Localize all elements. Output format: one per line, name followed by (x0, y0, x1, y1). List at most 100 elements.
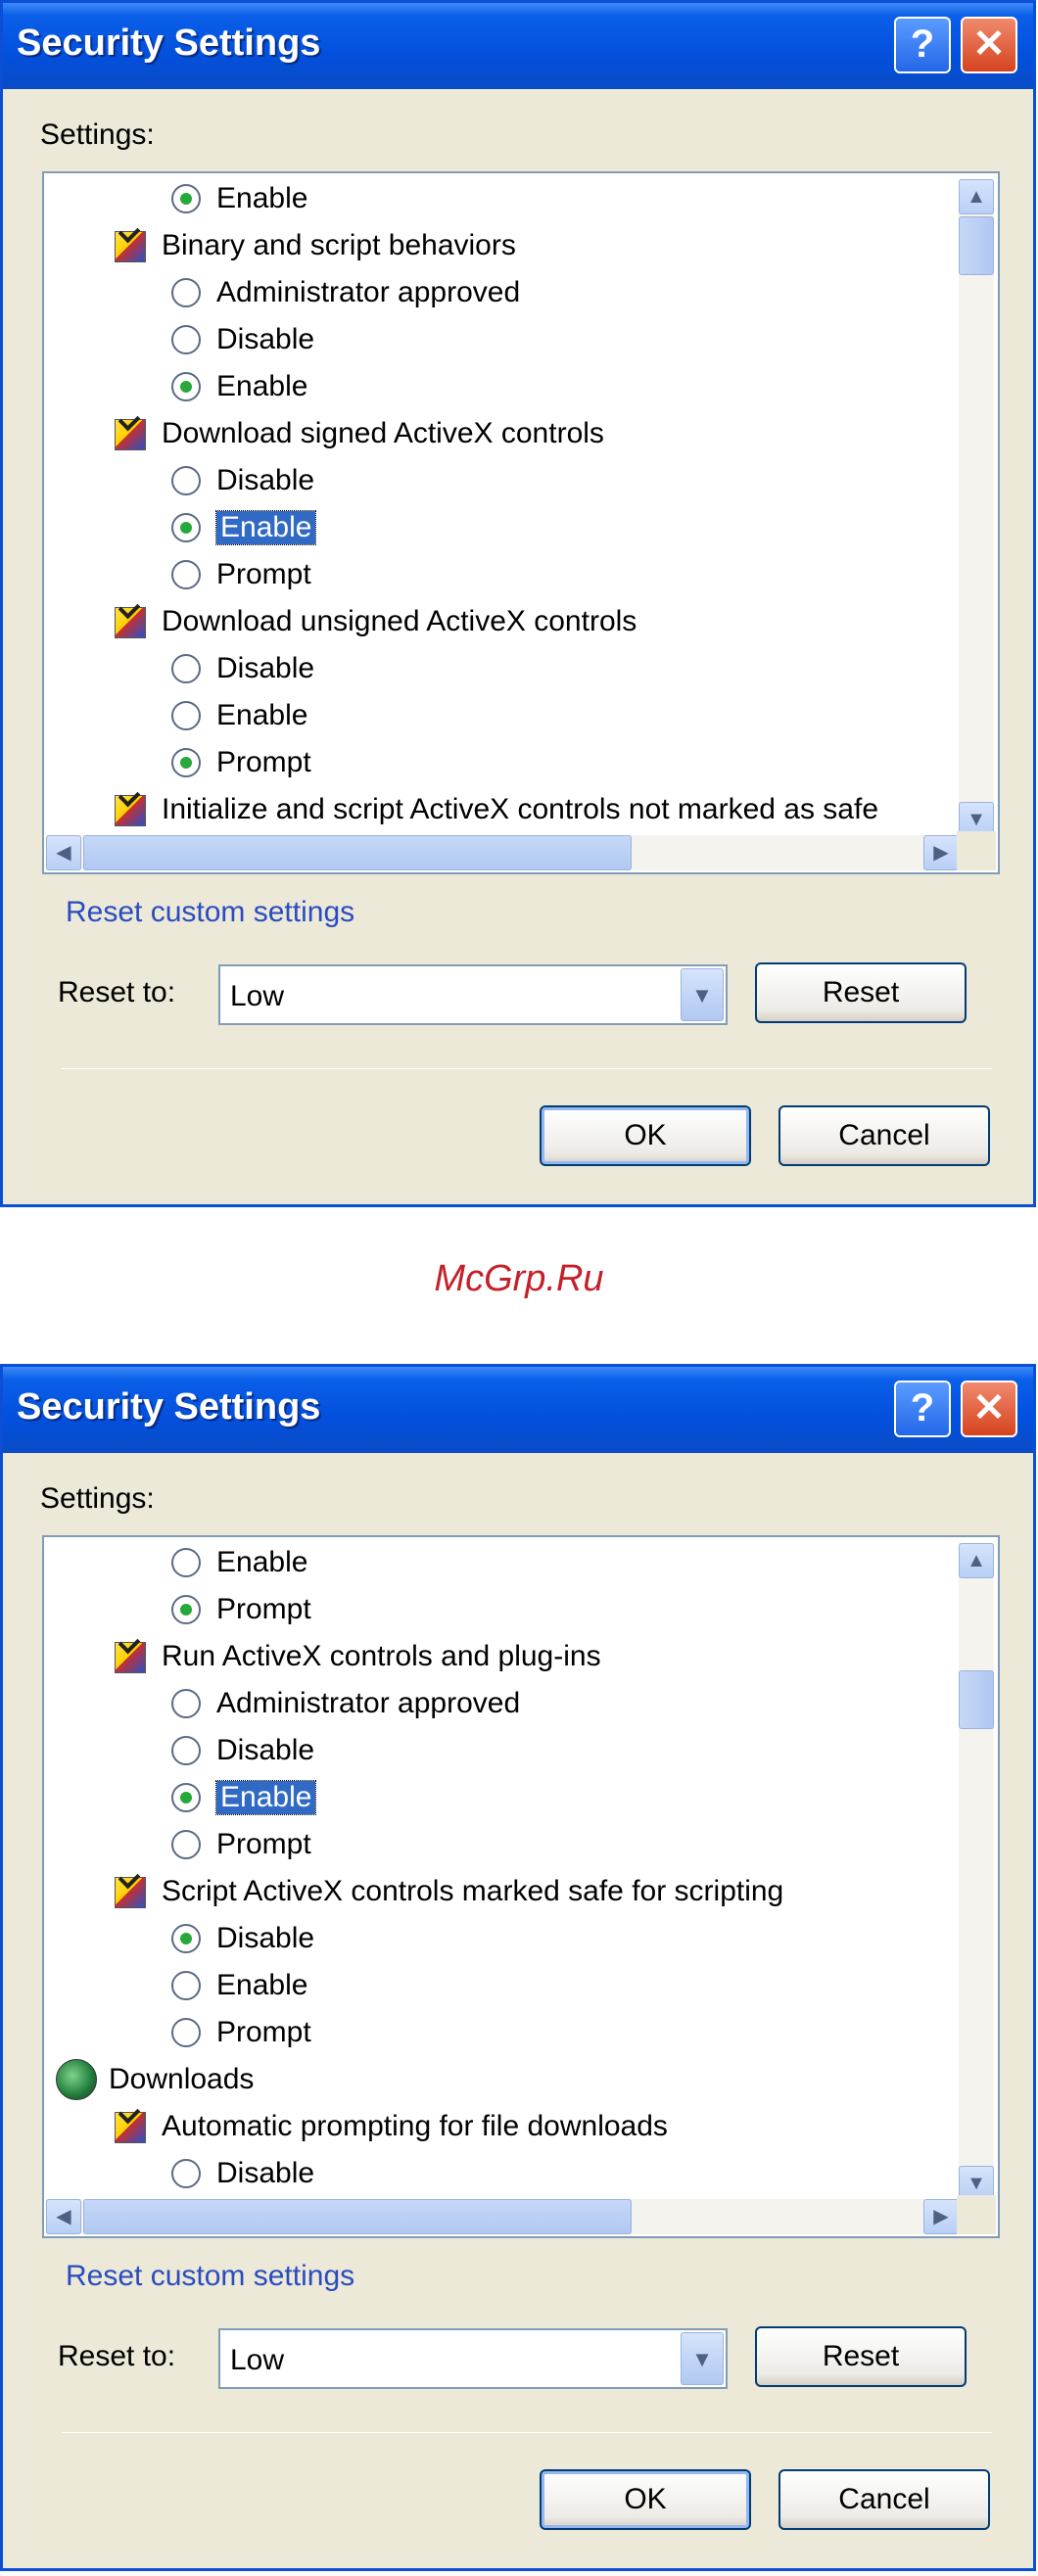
cancel-button[interactable]: Cancel (778, 1105, 990, 1166)
radio-option[interactable]: Enable (171, 1774, 317, 1821)
settings-list[interactable]: Initialize and script ActiveX controls n… (42, 171, 1000, 874)
help-button[interactable]: ? (894, 17, 951, 73)
settings-category[interactable]: Downloads (56, 2056, 254, 2103)
horizontal-scroll-thumb[interactable] (83, 835, 632, 870)
settings-group[interactable]: Script ActiveX controls marked safe for … (113, 1866, 783, 1915)
ok-button[interactable]: OK (540, 2469, 751, 2530)
radio-option[interactable]: Disable (171, 457, 314, 504)
radio-option[interactable]: Enable (171, 1539, 307, 1586)
radio-checked-icon[interactable] (171, 748, 201, 777)
radio-label[interactable]: Enable (214, 510, 317, 545)
radio-option[interactable]: Prompt (171, 1821, 311, 1868)
radio-option[interactable]: Disable (171, 316, 314, 363)
radio-label[interactable]: Enable (216, 1546, 307, 1579)
radio-label[interactable]: Disable (216, 652, 314, 685)
radio-label[interactable]: Enable (216, 1969, 307, 2002)
radio-label[interactable]: Prompt (216, 746, 311, 779)
settings-group[interactable]: Automatic prompting for file downloads (113, 2101, 668, 2150)
reset-button[interactable]: Reset (755, 2326, 967, 2387)
title-bar[interactable]: Security Settings ? ✕ (3, 3, 1033, 89)
scroll-right-icon[interactable]: ▶ (923, 2199, 959, 2234)
radio-label[interactable]: Prompt (216, 558, 311, 591)
radio-option[interactable]: Disable (171, 1727, 314, 1774)
radio-unchecked-icon[interactable] (171, 1736, 201, 1765)
horizontal-scroll-thumb[interactable] (83, 2199, 632, 2234)
radio-label[interactable]: Administrator approved (216, 276, 520, 309)
radio-unchecked-icon[interactable] (171, 466, 201, 495)
radio-label[interactable]: Administrator approved (216, 1687, 520, 1720)
scroll-up-icon[interactable]: ▲ (959, 1543, 994, 1578)
radio-label[interactable]: Disable (216, 323, 314, 356)
radio-checked-icon[interactable] (171, 372, 201, 401)
radio-option[interactable]: Enable (171, 175, 307, 222)
radio-checked-icon[interactable] (171, 1595, 201, 1624)
radio-option[interactable]: Disable (171, 2150, 314, 2197)
settings-group[interactable]: Initialize and script ActiveX controls n… (113, 784, 878, 833)
radio-unchecked-icon[interactable] (171, 560, 201, 589)
radio-label[interactable]: Enable (216, 182, 307, 215)
vertical-scroll-thumb[interactable] (959, 1670, 994, 1729)
radio-checked-icon[interactable] (171, 1924, 201, 1953)
vertical-scrollbar[interactable]: ▲ ▼ (959, 179, 994, 837)
radio-unchecked-icon[interactable] (171, 1689, 201, 1718)
chevron-down-icon[interactable]: ▼ (681, 968, 724, 1021)
radio-label[interactable]: Disable (216, 2157, 314, 2190)
radio-option[interactable]: Enable (171, 1962, 307, 2009)
scroll-right-icon[interactable]: ▶ (923, 835, 959, 870)
scroll-left-icon[interactable]: ◀ (46, 835, 81, 870)
close-button[interactable]: ✕ (961, 17, 1017, 73)
cancel-button[interactable]: Cancel (778, 2469, 990, 2530)
radio-label[interactable]: Prompt (216, 1828, 311, 1861)
radio-unchecked-icon[interactable] (171, 1548, 201, 1577)
radio-option[interactable]: Prompt (171, 551, 311, 598)
scroll-left-icon[interactable]: ◀ (46, 2199, 81, 2234)
radio-unchecked-icon[interactable] (171, 654, 201, 683)
radio-unchecked-icon[interactable] (171, 278, 201, 307)
radio-label[interactable]: Enable (216, 370, 307, 403)
radio-option[interactable]: Disable (171, 1915, 314, 1962)
radio-unchecked-icon[interactable] (171, 2018, 201, 2047)
radio-option[interactable]: Administrator approved (171, 1680, 520, 1727)
radio-label[interactable]: Enable (214, 1780, 317, 1815)
settings-group[interactable]: Binary and script behaviors (113, 220, 516, 269)
radio-option[interactable]: Prompt (171, 1586, 311, 1633)
radio-unchecked-icon[interactable] (171, 1830, 201, 1859)
radio-unchecked-icon[interactable] (171, 325, 201, 354)
radio-option[interactable]: Disable (171, 645, 314, 692)
ok-button[interactable]: OK (540, 1105, 751, 1166)
reset-to-dropdown[interactable]: Low ▼ (218, 964, 728, 1025)
reset-button[interactable]: Reset (755, 962, 967, 1023)
close-button[interactable]: ✕ (961, 1381, 1017, 1437)
help-button[interactable]: ? (894, 1381, 951, 1437)
chevron-down-icon[interactable]: ▼ (681, 2332, 724, 2385)
radio-label[interactable]: Disable (216, 1734, 314, 1767)
horizontal-scrollbar[interactable]: ◀ ▶ (46, 2199, 959, 2234)
radio-label[interactable]: Enable (216, 699, 307, 732)
radio-option[interactable]: Enable (171, 363, 307, 410)
radio-label[interactable]: Prompt (216, 2016, 311, 2049)
scroll-up-icon[interactable]: ▲ (959, 179, 994, 214)
settings-group[interactable]: Download signed ActiveX controls (113, 408, 604, 457)
settings-list[interactable]: Disable Automatic prompting for file down… (42, 1535, 1000, 2238)
radio-label[interactable]: Disable (216, 464, 314, 497)
horizontal-scrollbar[interactable]: ◀ ▶ (46, 835, 959, 870)
radio-checked-icon[interactable] (171, 513, 201, 542)
vertical-scrollbar[interactable]: ▲ ▼ (959, 1543, 994, 2201)
radio-checked-icon[interactable] (171, 1783, 201, 1812)
radio-option[interactable]: Enable (171, 692, 307, 739)
radio-unchecked-icon[interactable] (171, 2159, 201, 2188)
vertical-scroll-thumb[interactable] (959, 216, 994, 275)
radio-unchecked-icon[interactable] (171, 701, 201, 730)
radio-option[interactable]: Prompt (171, 739, 311, 786)
settings-group[interactable]: Run ActiveX controls and plug-ins (113, 1631, 601, 1680)
radio-unchecked-icon[interactable] (171, 1971, 201, 2000)
radio-option[interactable]: Enable (171, 504, 317, 551)
radio-label[interactable]: Prompt (216, 1593, 311, 1626)
radio-checked-icon[interactable] (171, 184, 201, 213)
title-bar[interactable]: Security Settings ? ✕ (3, 1367, 1033, 1453)
radio-option[interactable]: Administrator approved (171, 269, 520, 316)
radio-option[interactable]: Prompt (171, 2009, 311, 2056)
reset-to-dropdown[interactable]: Low ▼ (218, 2328, 728, 2389)
radio-label[interactable]: Disable (216, 1922, 314, 1955)
settings-group[interactable]: Download unsigned ActiveX controls (113, 596, 637, 645)
